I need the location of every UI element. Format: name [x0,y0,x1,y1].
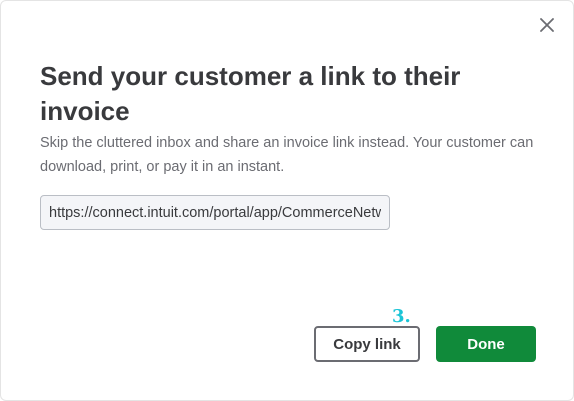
done-button[interactable]: Done [436,326,536,362]
copy-link-button[interactable]: Copy link [314,326,420,362]
share-invoice-link-dialog: Send your customer a link to their invoi… [0,0,574,401]
dialog-description: Skip the cluttered inbox and share an in… [40,135,534,175]
close-icon [540,18,554,32]
invoice-link-field[interactable] [40,195,390,230]
dialog-title: Send your customer a link to their invoi… [40,61,461,126]
close-button[interactable] [535,13,559,37]
step-marker: 3. [392,306,411,327]
